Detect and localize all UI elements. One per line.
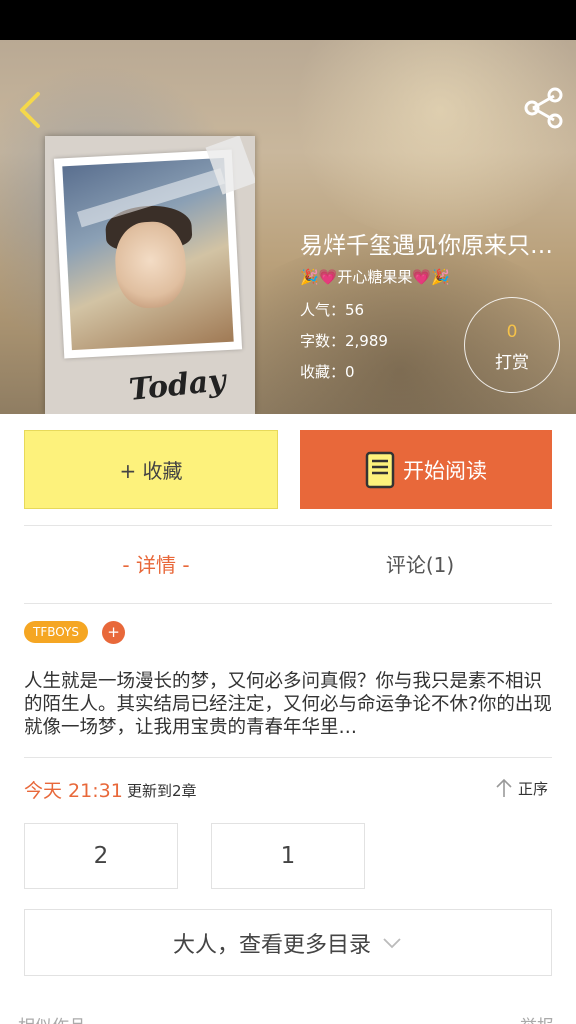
tab-comments[interactable]: 评论(1) <box>288 540 552 590</box>
tab-detail[interactable]: - 详情 - <box>24 540 288 590</box>
cover-signature: Today <box>127 363 228 408</box>
divider <box>24 603 552 604</box>
add-tag-button[interactable]: + <box>102 621 125 644</box>
favorites-stat: 收藏：0 <box>300 363 355 381</box>
arrow-up-icon <box>496 778 512 797</box>
chapter-item[interactable]: 2 <box>24 823 178 889</box>
start-reading-button[interactable]: 开始阅读 <box>300 430 552 509</box>
view-more-toc-button[interactable]: 大人，查看更多目录 <box>24 909 552 976</box>
author-name[interactable]: 🎉💗开心糖果果💗🎉 <box>300 266 450 287</box>
chevron-left-icon <box>20 92 40 128</box>
sort-order-button[interactable]: 正序 <box>494 776 548 800</box>
back-button[interactable] <box>14 88 50 132</box>
toc-label: 大人，查看更多目录 <box>172 932 371 958</box>
divider <box>24 757 552 758</box>
book-title: 易烊千玺遇见你原来只… <box>300 233 553 259</box>
collect-label: + 收藏 <box>119 459 183 483</box>
reward-count: 0 <box>506 322 518 342</box>
status-bar <box>0 0 576 40</box>
share-icon <box>524 87 563 129</box>
similar-works-heading: 相似作品 <box>18 1012 86 1024</box>
popularity-stat: 人气：56 <box>300 301 365 319</box>
reward-button[interactable]: 0 打赏 <box>464 297 560 393</box>
update-status: 更新到2章 <box>127 782 197 800</box>
book-detail-content: + 收藏 开始阅读 - 详情 - 评论(1) TFBOYS + 人生就是一场漫长… <box>0 414 576 1024</box>
book-icon <box>365 451 395 488</box>
book-header: Today 易烊千玺遇见你原来只… 🎉💗开心糖果果💗🎉 人气：56 字数：2,9… <box>0 40 576 414</box>
book-cover[interactable]: Today <box>45 136 255 414</box>
collect-button[interactable]: + 收藏 <box>24 430 278 509</box>
chevron-down-icon <box>383 937 401 948</box>
word-count-stat: 字数：2,989 <box>300 332 388 350</box>
update-time: 今天 21:31 <box>24 780 123 802</box>
chapter-item[interactable]: 1 <box>211 823 365 889</box>
start-reading-label: 开始阅读 <box>403 458 487 483</box>
reward-label: 打赏 <box>495 353 529 373</box>
sort-order-label: 正序 <box>518 779 549 798</box>
share-button[interactable] <box>520 84 568 132</box>
tag-tfboys[interactable]: TFBOYS <box>24 621 88 643</box>
report-link[interactable]: 举报 <box>520 1012 554 1024</box>
divider <box>24 525 552 526</box>
book-description: 人生就是一场漫长的梦，又何必多问真假？你与我只是素不相识的陌生人。其实结局已经注… <box>24 671 552 738</box>
